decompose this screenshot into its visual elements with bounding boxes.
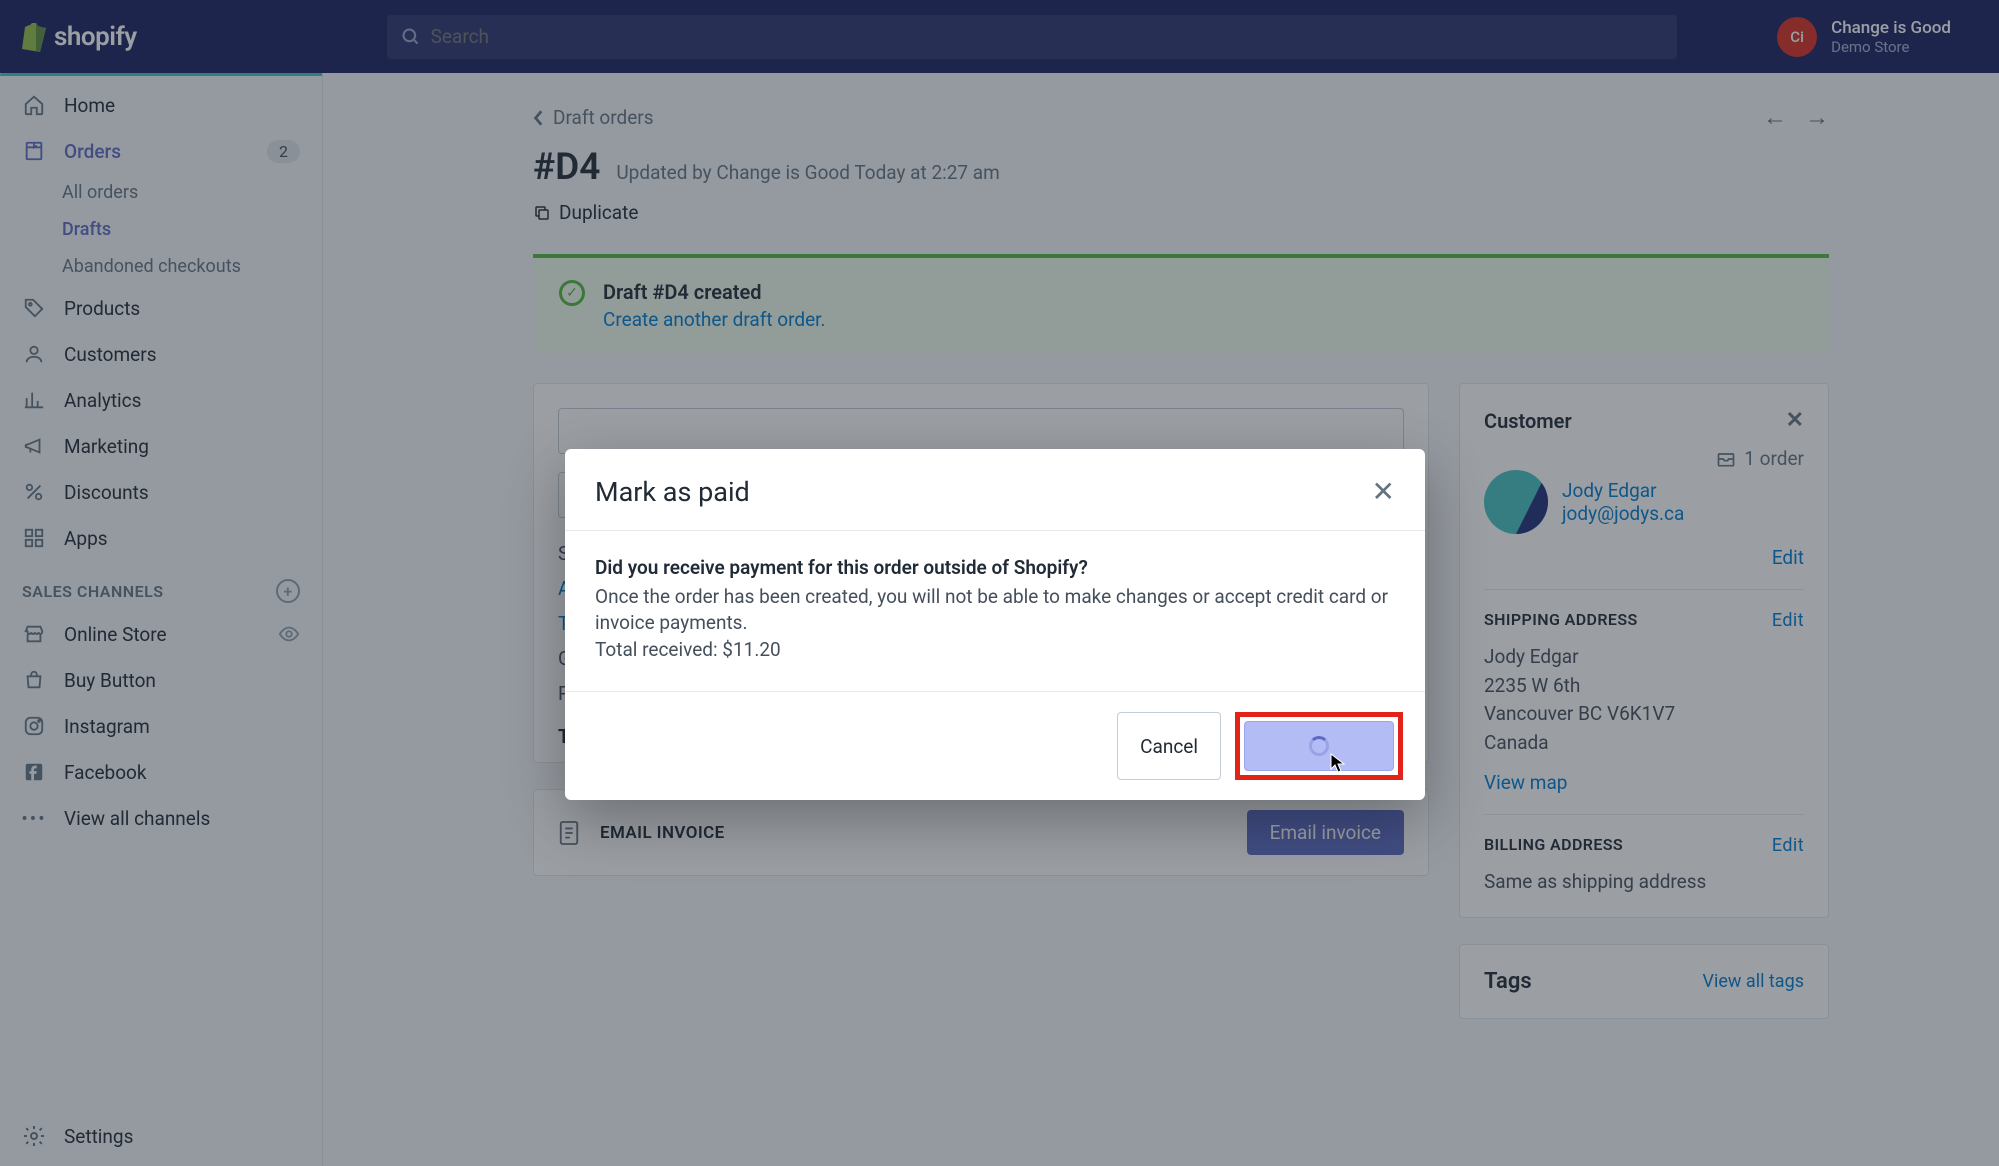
modal-close-icon[interactable]: ✕ [1372,475,1395,508]
highlight-annotation [1235,712,1403,780]
modal-title: Mark as paid [595,476,750,508]
mouse-cursor-icon [1330,753,1346,775]
modal-question: Did you receive payment for this order o… [595,555,1395,582]
cancel-button[interactable]: Cancel [1117,712,1221,780]
mark-as-paid-modal: Mark as paid ✕ Did you receive payment f… [565,449,1425,800]
modal-body-text: Once the order has been created, you wil… [595,584,1395,637]
create-order-button[interactable] [1244,721,1394,771]
loading-spinner-icon [1309,736,1329,756]
modal-total-line: Total received: $11.20 [595,637,1395,664]
